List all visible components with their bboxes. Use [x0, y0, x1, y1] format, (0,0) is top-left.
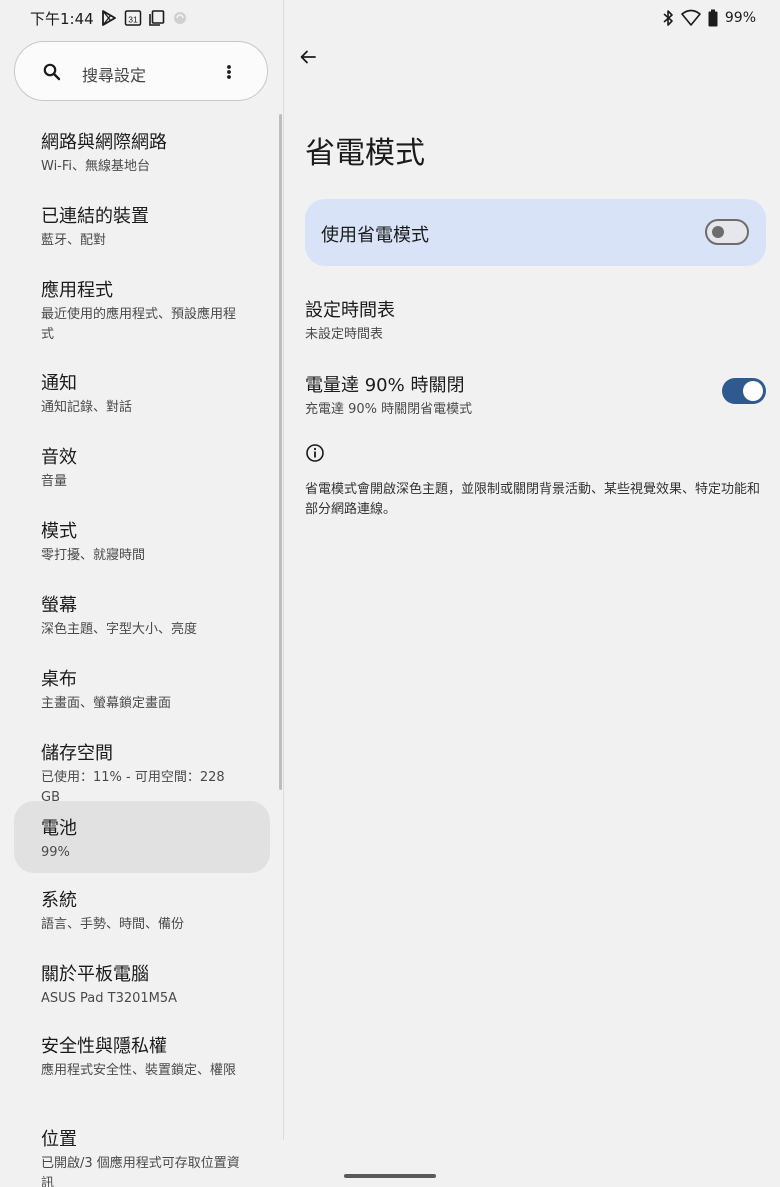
back-arrow-icon[interactable] [297, 46, 319, 72]
sidebar-item-modes[interactable]: 模式 零打擾、就寢時間 [14, 521, 270, 566]
bluetooth-icon [662, 9, 674, 27]
sidebar-item-subtitle: 語言、手勢、時間、備份 [41, 917, 185, 932]
sidebar-item-battery[interactable]: 電池 99% [14, 801, 270, 873]
sidebar-item-title: 應用程式 [41, 280, 113, 301]
sidebar-item-subtitle: 音量 [41, 474, 68, 489]
battery-saver-main-switch[interactable]: 使用省電模式 [305, 199, 766, 266]
sidebar-item-location[interactable]: 位置 已開啟/3 個應用程式可存取位置資訊 [14, 1129, 270, 1187]
battery-saver-footer: 省電模式會開啟深色主題，並限制或關閉背景活動、某些視覺效果、特定功能和部分網路連… [305, 482, 761, 517]
toggle-thumb [743, 381, 763, 401]
gesture-nav-handle[interactable] [344, 1174, 436, 1178]
sidebar-item-connected-devices[interactable]: 已連結的裝置 藍牙、配對 [14, 206, 270, 251]
sidebar-item-wallpaper[interactable]: 桌布 主畫面、螢幕鎖定畫面 [14, 669, 270, 714]
pane-divider [283, 0, 284, 1140]
sidebar-item-display[interactable]: 螢幕 深色主題、字型大小、亮度 [14, 595, 270, 640]
sidebar-item-title: 電池 [41, 818, 77, 839]
battery-percent: 99% [724, 10, 756, 26]
sidebar-item-title: 音效 [41, 447, 77, 468]
schedule-subtitle: 未設定時間表 [305, 327, 384, 342]
sidebar-item-system[interactable]: 系統 語言、手勢、時間、備份 [14, 890, 270, 935]
sidebar-item-subtitle: 通知記錄、對話 [41, 400, 133, 415]
sidebar-item-title: 位置 [41, 1129, 77, 1150]
sidebar-item-title: 已連結的裝置 [41, 206, 149, 227]
settings-screen: 下午1:44 31 99% 搜尋設定 網路與網際網路 Wi-Fi、無線基地台 已… [0, 0, 780, 1187]
sidebar-item-subtitle: 主畫面、螢幕鎖定畫面 [41, 696, 172, 711]
search-input[interactable]: 搜尋設定 [82, 62, 146, 86]
sidebar-item-subtitle: 最近使用的應用程式、預設應用程式 [41, 307, 237, 342]
sidebar-item-subtitle: Wi-Fi、無線基地台 [41, 159, 151, 174]
sidebar-item-about-tablet[interactable]: 關於平板電腦 ASUS Pad T3201M5A [14, 964, 270, 1009]
auto-off-toggle[interactable] [722, 378, 766, 404]
status-bar-right: 99% [662, 8, 756, 28]
battery-saver-toggle[interactable] [705, 219, 749, 245]
sidebar-item-title: 系統 [41, 890, 77, 911]
sidebar-item-title: 螢幕 [41, 595, 77, 616]
sidebar-item-notifications[interactable]: 通知 通知記錄、對話 [14, 373, 270, 418]
sidebar-scrollbar[interactable] [279, 114, 282, 790]
settings-sidebar: 搜尋設定 網路與網際網路 Wi-Fi、無線基地台 已連結的裝置 藍牙、配對 應用… [0, 0, 283, 1187]
sidebar-item-title: 關於平板電腦 [41, 964, 149, 985]
sidebar-item-subtitle: 99% [41, 845, 70, 860]
auto-off-title: 電量達 90% 時關閉 [305, 375, 465, 396]
toggle-thumb [712, 226, 724, 238]
sidebar-item-subtitle: 深色主題、字型大小、亮度 [41, 622, 198, 637]
main-switch-label: 使用省電模式 [321, 225, 429, 246]
sidebar-item-subtitle: 藍牙、配對 [41, 233, 107, 248]
sidebar-item-subtitle: 零打擾、就寢時間 [41, 548, 146, 563]
sidebar-item-subtitle: ASUS Pad T3201M5A [41, 991, 178, 1006]
info-icon [305, 443, 325, 467]
sidebar-item-security-privacy[interactable]: 安全性與隱私權 應用程式安全性、裝置鎖定、權限 [14, 1036, 270, 1081]
sidebar-item-title: 安全性與隱私權 [41, 1036, 167, 1057]
sidebar-item-title: 網路與網際網路 [41, 132, 167, 153]
battery-icon [708, 9, 718, 27]
search-icon[interactable] [42, 62, 62, 86]
schedule-title: 設定時間表 [305, 300, 395, 321]
sidebar-item-title: 儲存空間 [41, 743, 113, 764]
sidebar-item-sound[interactable]: 音效 音量 [14, 447, 270, 492]
auto-off-subtitle: 充電達 90% 時關閉省電模式 [305, 402, 473, 417]
sidebar-item-title: 通知 [41, 373, 77, 394]
wifi-icon [681, 9, 701, 27]
sidebar-item-apps[interactable]: 應用程式 最近使用的應用程式、預設應用程式 [14, 280, 270, 345]
sidebar-item-subtitle: 應用程式安全性、裝置鎖定、權限 [41, 1063, 237, 1078]
sidebar-item-network[interactable]: 網路與網際網路 Wi-Fi、無線基地台 [14, 132, 270, 177]
sidebar-item-title: 模式 [41, 521, 77, 542]
page-title: 省電模式 [305, 136, 425, 171]
search-bar[interactable]: 搜尋設定 [14, 41, 268, 101]
sidebar-item-subtitle: 已開啟/3 個應用程式可存取位置資訊 [41, 1156, 240, 1187]
sidebar-item-title: 桌布 [41, 669, 77, 690]
more-options-icon[interactable] [223, 62, 235, 86]
sidebar-item-storage[interactable]: 儲存空間 已使用：11% - 可用空間：228 GB [14, 743, 270, 808]
